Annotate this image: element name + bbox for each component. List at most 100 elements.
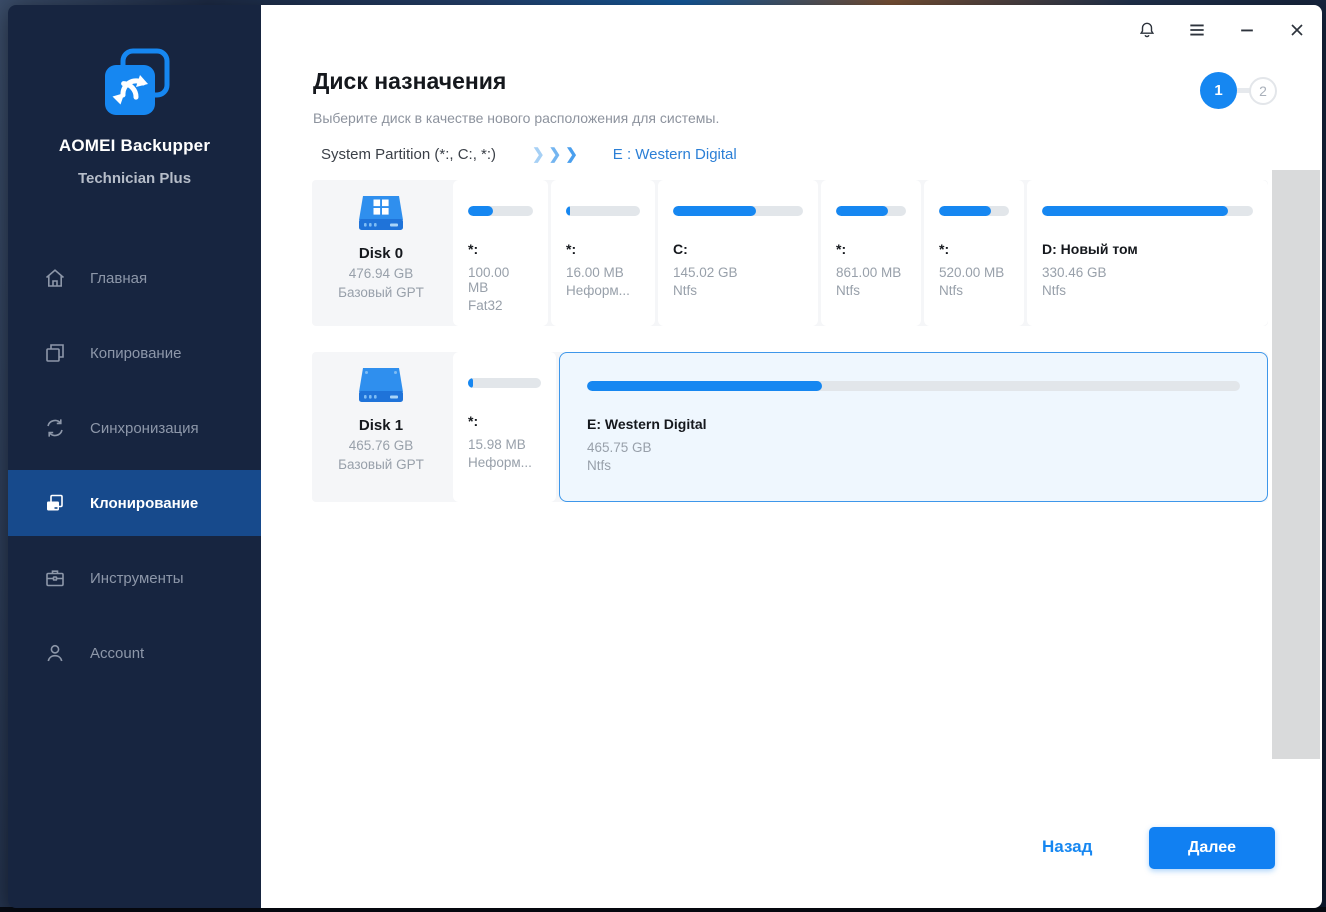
partition-card-disk0-0[interactable]: *: 100.00 MB Fat32 — [453, 180, 548, 326]
partition-label: *: — [468, 413, 479, 429]
usage-bar-fill — [836, 206, 888, 216]
sidebar-item-account[interactable]: Account — [8, 620, 261, 686]
partition-label: D: Новый том — [1042, 241, 1138, 257]
partition-label: *: — [836, 241, 847, 257]
sidebar-item-label: Копирование — [90, 344, 182, 362]
usage-bar — [566, 206, 640, 216]
sidebar-item-label: Главная — [90, 269, 148, 287]
partition-size: 465.75 GB — [587, 440, 652, 455]
partition-label: *: — [939, 241, 950, 257]
back-button[interactable]: Назад — [1042, 837, 1092, 857]
disk-row-0: Disk 0 476.94 GB Базовый GPT *: 100.00 MB Fat… — [312, 180, 1268, 326]
step-indicator-next: 2 — [1249, 77, 1277, 105]
sidebar-nav: Главная Копирование Синхронизация Клонирова… — [8, 245, 261, 695]
next-button[interactable]: Далее — [1149, 827, 1275, 869]
disk-windows-icon — [312, 191, 450, 242]
sidebar-item-label: Синхронизация — [90, 419, 199, 437]
page-title: Диск назначения — [313, 68, 507, 94]
usage-bar-fill — [468, 206, 493, 216]
partition-card-disk1-1[interactable]: E: Western Digital 465.75 GB Ntfs — [559, 352, 1268, 502]
usage-bar — [836, 206, 906, 216]
partition-size: 16.00 MB — [566, 265, 624, 280]
vertical-scrollbar[interactable] — [1272, 170, 1320, 759]
disk-info-1[interactable]: Disk 1 465.76 GB Базовый GPT — [312, 352, 450, 502]
sync-icon — [42, 415, 68, 441]
partition-label: *: — [566, 241, 577, 257]
partition-filesystem: Неформ... — [468, 455, 532, 470]
usage-bar — [587, 381, 1240, 391]
disk-plain-icon — [312, 363, 450, 414]
page-subtitle: Выберите диск в качестве нового располож… — [313, 110, 720, 126]
sidebar-item-label: Клонирование — [90, 494, 199, 512]
clone-icon — [42, 490, 68, 516]
breadcrumb-source: System Partition (*:, C:, *:) — [321, 145, 497, 163]
usage-bar-fill — [673, 206, 757, 216]
chevron-right-icon: ❯ — [565, 146, 579, 163]
app-window: AOMEI Backupper Technician Plus Главная К… — [8, 5, 1322, 908]
partition-label: E: Western Digital — [587, 416, 707, 432]
minimize-icon[interactable] — [1236, 19, 1258, 41]
main-panel: Диск назначения Выберите диск в качестве… — [261, 5, 1322, 908]
disk-row-1: Disk 1 465.76 GB Базовый GPT *: 15.98 MB Нефо… — [312, 352, 1268, 502]
menu-icon[interactable] — [1186, 19, 1208, 41]
app-logo-icon — [97, 45, 173, 121]
usage-bar — [673, 206, 803, 216]
app-name: AOMEI Backupper — [58, 136, 211, 155]
partition-size: 861.00 MB — [836, 265, 902, 280]
partition-card-disk0-2[interactable]: C: 145.02 GB Ntfs — [658, 180, 818, 326]
sidebar-item-tools[interactable]: Инструменты — [8, 545, 261, 611]
disk-info-0[interactable]: Disk 0 476.94 GB Базовый GPT — [312, 180, 450, 326]
partition-card-disk0-1[interactable]: *: 16.00 MB Неформ... — [551, 180, 655, 326]
partition-label: C: — [673, 241, 688, 257]
briefcase-icon — [42, 565, 68, 591]
disk-name: Disk 1 — [358, 417, 404, 434]
partition-size: 330.46 GB — [1042, 265, 1107, 280]
app-logo-block: AOMEI Backupper Technician Plus — [8, 45, 261, 187]
disk-name: Disk 0 — [358, 245, 404, 262]
partition-filesystem: Fat32 — [468, 298, 503, 313]
sidebar-item-label: Account — [90, 644, 145, 662]
partition-card-disk0-3[interactable]: *: 861.00 MB Ntfs — [821, 180, 921, 326]
usage-bar-fill — [566, 206, 571, 216]
usage-bar — [468, 378, 541, 388]
person-icon — [42, 640, 68, 666]
disk-size: 476.94 GB — [348, 266, 414, 281]
sidebar-item-sync[interactable]: Синхронизация — [8, 395, 261, 461]
disk-size: 465.76 GB — [348, 438, 414, 453]
copy-icon — [42, 340, 68, 366]
partition-filesystem: Ntfs — [836, 283, 861, 298]
partition-label: *: — [468, 241, 479, 257]
app-edition: Technician Plus — [77, 170, 192, 187]
usage-bar-fill — [939, 206, 991, 216]
sidebar-item-label: Инструменты — [90, 569, 184, 587]
partition-filesystem: Неформ... — [566, 283, 630, 298]
breadcrumb: System Partition (*:, C:, *:) ❯ ❯ ❯ E : … — [321, 145, 737, 164]
usage-bar-fill — [468, 378, 474, 388]
home-icon — [42, 265, 68, 291]
sidebar-item-clone[interactable]: Клонирование — [8, 470, 261, 536]
usage-bar — [1042, 206, 1253, 216]
bell-icon[interactable] — [1136, 19, 1158, 41]
partition-size: 100.00 MB — [468, 265, 510, 295]
partition-card-disk1-0[interactable]: *: 15.98 MB Неформ... — [453, 352, 556, 502]
partition-card-disk0-5[interactable]: D: Новый том 330.46 GB Ntfs — [1027, 180, 1268, 326]
partition-size: 520.00 MB — [939, 265, 1005, 280]
disk-type: Базовый GPT — [338, 457, 424, 472]
partition-size: 145.02 GB — [673, 265, 738, 280]
disk-type: Базовый GPT — [338, 285, 424, 300]
partition-filesystem: Ntfs — [939, 283, 964, 298]
usage-bar — [939, 206, 1009, 216]
sidebar-item-backup[interactable]: Копирование — [8, 320, 261, 386]
partition-filesystem: Ntfs — [587, 458, 612, 473]
usage-bar-fill — [587, 381, 823, 391]
sidebar-item-home[interactable]: Главная — [8, 245, 261, 311]
chevron-right-icon: ❯ — [548, 146, 563, 163]
usage-bar-fill — [1042, 206, 1228, 216]
partition-card-disk0-4[interactable]: *: 520.00 MB Ntfs — [924, 180, 1024, 326]
step-indicator-current: 1 — [1200, 72, 1237, 109]
close-icon[interactable] — [1286, 19, 1308, 41]
partition-size: 15.98 MB — [468, 437, 526, 452]
breadcrumb-target[interactable]: E : Western Digital — [613, 146, 737, 163]
partition-filesystem: Ntfs — [673, 283, 698, 298]
usage-bar — [468, 206, 533, 216]
